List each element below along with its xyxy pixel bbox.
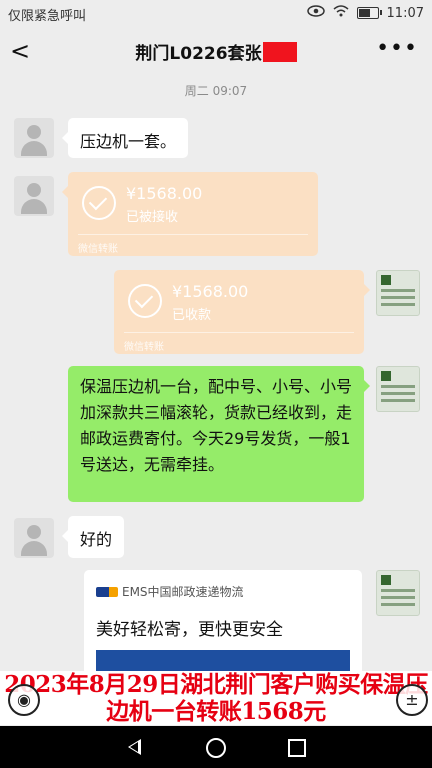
status-bar: 仅限紧急呼叫 11:07	[0, 0, 432, 26]
message-bubble[interactable]: 压边机一套。	[61, 118, 189, 158]
transfer-label: 微信转账	[124, 342, 164, 353]
system-nav-bar	[0, 726, 432, 768]
battery-icon	[356, 7, 382, 19]
message-text: 压边机一套。	[80, 132, 177, 151]
message-text: 好的	[80, 530, 113, 549]
more-button[interactable]: •••	[376, 36, 418, 62]
voice-toggle-button[interactable]: ◉	[8, 684, 40, 716]
transfer-status: 已被接收	[126, 210, 179, 225]
transfer-card[interactable]: ¥1568.00 已被接收 微信转账	[62, 172, 318, 256]
message-bubble[interactable]: 保温压边机一台，配中号、小号、小号加深款共三幅滚轮，货款已经收到，走邮政运费寄付…	[68, 366, 370, 502]
contact-avatar[interactable]	[14, 176, 54, 216]
status-icons: 11:07	[306, 5, 424, 21]
carrier-text: 仅限紧急呼叫	[8, 9, 87, 24]
nav-back-button[interactable]	[128, 739, 141, 755]
my-avatar[interactable]	[376, 366, 420, 412]
contact-avatar[interactable]	[14, 118, 54, 158]
voice-icon: ◉	[17, 690, 31, 709]
my-avatar[interactable]	[376, 270, 420, 316]
transfer-card[interactable]: ¥1568.00 已收款 微信转账	[114, 270, 370, 354]
check-icon	[82, 186, 116, 220]
chat-header: < 荆门L0226套张 •••	[0, 26, 432, 76]
transfer-amount: ¥1568.00	[126, 184, 203, 203]
check-icon	[128, 284, 162, 318]
divider	[124, 332, 354, 333]
clock-text: 11:07	[386, 5, 424, 21]
ellipsis-icon: •••	[376, 36, 418, 61]
nav-recents-button[interactable]	[288, 739, 306, 757]
wifi-icon	[333, 5, 349, 21]
chat-title: 荆门L0226套张	[135, 44, 262, 64]
card-source: EMS中国邮政速递物流	[96, 583, 244, 600]
transfer-label: 微信转账	[78, 244, 118, 255]
transfer-status: 已收款	[172, 308, 212, 323]
contact-avatar[interactable]	[14, 518, 54, 558]
eye-icon	[306, 5, 325, 21]
more-input-button[interactable]: ±	[396, 684, 428, 716]
divider	[78, 234, 308, 235]
message-timestamp: 周二 09:07	[184, 84, 248, 98]
nav-home-button[interactable]	[206, 738, 226, 758]
transfer-amount: ¥1568.00	[172, 282, 249, 301]
card-title: 美好轻松寄，更快更安全	[96, 620, 283, 640]
message-text: 保温压边机一台，配中号、小号、小号加深款共三幅滚轮，货款已经收到，走邮政运费寄付…	[80, 377, 353, 474]
chat-title-wrap: 荆门L0226套张	[0, 39, 432, 64]
my-avatar[interactable]	[376, 570, 420, 616]
ems-logo-icon	[96, 586, 118, 597]
caption-overlay: 2023年8月29日湖北荆门客户购买保温压边机一台转账1568元	[0, 671, 432, 725]
message-bubble[interactable]: 好的	[61, 516, 125, 558]
redaction-block	[262, 42, 297, 62]
plus-minus-icon: ±	[405, 690, 419, 709]
card-source-text: EMS中国邮政速递物流	[122, 585, 244, 599]
